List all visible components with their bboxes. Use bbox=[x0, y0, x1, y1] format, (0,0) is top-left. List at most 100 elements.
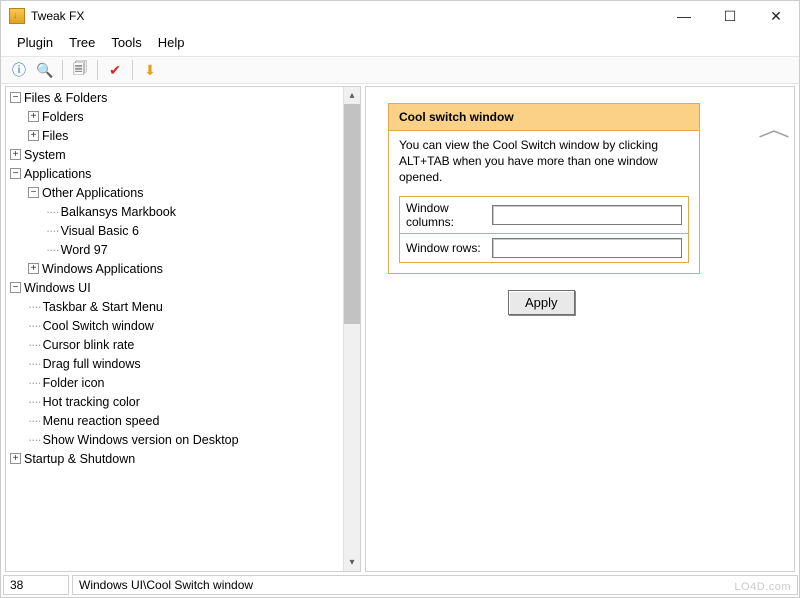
tree-node[interactable]: ····Balkansys Markbook bbox=[10, 203, 360, 222]
app-icon bbox=[9, 8, 25, 24]
menu-tree[interactable]: Tree bbox=[63, 33, 101, 52]
tree-label: Applications bbox=[24, 167, 91, 181]
form-row: Window rows: bbox=[400, 233, 688, 262]
tree-leaf-icon: ···· bbox=[46, 243, 59, 257]
titlebar: Tweak FX — ☐ ✕ bbox=[1, 1, 799, 31]
content-pane: ︿ Cool switch window You can view the Co… bbox=[365, 86, 795, 572]
tree-leaf-icon: ···· bbox=[28, 300, 41, 314]
tree-label: Word 97 bbox=[61, 243, 108, 257]
info-icon[interactable]: ⓘ bbox=[7, 59, 31, 81]
tree-label: Show Windows version on Desktop bbox=[43, 433, 239, 447]
tree-label: System bbox=[24, 148, 66, 162]
watermark: LO4D.com bbox=[734, 581, 791, 593]
tree-leaf-icon: ···· bbox=[28, 376, 41, 390]
menu-tools[interactable]: Tools bbox=[105, 33, 147, 52]
tree-node[interactable]: ····Cool Switch window bbox=[10, 317, 360, 336]
collapse-icon[interactable]: − bbox=[10, 282, 21, 293]
tree-label: Folders bbox=[42, 110, 84, 124]
scroll-down-icon[interactable]: ▾ bbox=[344, 554, 360, 571]
panel-form: Window columns: Window rows: bbox=[399, 196, 689, 263]
window-controls: — ☐ ✕ bbox=[661, 1, 799, 31]
tree-node[interactable]: ····Taskbar & Start Menu bbox=[10, 298, 360, 317]
window-rows-label: Window rows: bbox=[406, 241, 486, 255]
tree-node[interactable]: ····Word 97 bbox=[10, 241, 360, 260]
download-icon[interactable]: ⬇ bbox=[138, 59, 162, 81]
tree-label: Hot tracking color bbox=[43, 395, 140, 409]
expand-icon[interactable]: + bbox=[28, 130, 39, 141]
tree-node[interactable]: +System bbox=[10, 146, 360, 165]
status-path: Windows UI\Cool Switch window bbox=[72, 575, 798, 595]
main-area: −Files & Folders+Folders+Files+System−Ap… bbox=[1, 84, 799, 574]
expand-icon[interactable]: + bbox=[28, 263, 39, 274]
tree-label: Visual Basic 6 bbox=[61, 224, 139, 238]
close-button[interactable]: ✕ bbox=[753, 1, 799, 31]
menu-plugin[interactable]: Plugin bbox=[11, 33, 59, 52]
maximize-button[interactable]: ☐ bbox=[707, 1, 753, 31]
find-page-icon[interactable]: 🗐 bbox=[68, 59, 92, 81]
search-icon[interactable]: 🔍 bbox=[33, 59, 57, 81]
tree-label: Drag full windows bbox=[43, 357, 141, 371]
tree-leaf-icon: ···· bbox=[28, 414, 41, 428]
tree-leaf-icon: ···· bbox=[28, 357, 41, 371]
tree-label: Other Applications bbox=[42, 186, 143, 200]
expand-icon[interactable]: + bbox=[10, 149, 21, 160]
window-columns-input[interactable] bbox=[492, 205, 682, 225]
tree-node[interactable]: −Other Applications bbox=[10, 184, 360, 203]
window-columns-label: Window columns: bbox=[406, 201, 486, 229]
apply-button[interactable]: Apply bbox=[508, 290, 575, 315]
tree-node[interactable]: ····Cursor blink rate bbox=[10, 336, 360, 355]
tree-label: Balkansys Markbook bbox=[61, 205, 176, 219]
tree-node[interactable]: ····Menu reaction speed bbox=[10, 412, 360, 431]
tree-label: Cursor blink rate bbox=[43, 338, 135, 352]
collapse-icon[interactable]: − bbox=[10, 92, 21, 103]
menubar: Plugin Tree Tools Help bbox=[1, 31, 799, 56]
window-title: Tweak FX bbox=[31, 9, 84, 23]
expand-icon[interactable]: + bbox=[10, 453, 21, 464]
collapse-icon[interactable]: − bbox=[10, 168, 21, 179]
statusbar: 38 Windows UI\Cool Switch window bbox=[1, 574, 799, 596]
tree-node[interactable]: +Files bbox=[10, 127, 360, 146]
settings-panel: Cool switch window You can view the Cool… bbox=[388, 103, 700, 274]
window-rows-input[interactable] bbox=[492, 238, 682, 258]
chevron-up-icon[interactable]: ︿ bbox=[758, 113, 790, 142]
tree-leaf-icon: ···· bbox=[28, 319, 41, 333]
tree-node[interactable]: ····Drag full windows bbox=[10, 355, 360, 374]
tree-label: Cool Switch window bbox=[43, 319, 154, 333]
collapse-icon[interactable]: − bbox=[28, 187, 39, 198]
tree-leaf-icon: ···· bbox=[46, 224, 59, 238]
check-page-icon[interactable]: ✔ bbox=[103, 59, 127, 81]
tree-label: Menu reaction speed bbox=[43, 414, 160, 428]
scroll-up-icon[interactable]: ▴ bbox=[344, 87, 360, 104]
tree-leaf-icon: ···· bbox=[28, 338, 41, 352]
tree-leaf-icon: ···· bbox=[46, 205, 59, 219]
panel-title: Cool switch window bbox=[389, 104, 699, 131]
toolbar: ⓘ 🔍 🗐 ✔ ⬇ bbox=[1, 56, 799, 84]
tree-node[interactable]: ····Folder icon bbox=[10, 374, 360, 393]
toolbar-separator bbox=[132, 60, 133, 80]
tree-node[interactable]: ····Visual Basic 6 bbox=[10, 222, 360, 241]
tree-node[interactable]: −Files & Folders bbox=[10, 89, 360, 108]
tree-node[interactable]: −Windows UI bbox=[10, 279, 360, 298]
toolbar-separator bbox=[97, 60, 98, 80]
tree-node[interactable]: +Folders bbox=[10, 108, 360, 127]
tree-node[interactable]: ····Hot tracking color bbox=[10, 393, 360, 412]
expand-icon[interactable]: + bbox=[28, 111, 39, 122]
tree-node[interactable]: +Windows Applications bbox=[10, 260, 360, 279]
tree-label: Folder icon bbox=[43, 376, 105, 390]
scroll-track[interactable] bbox=[344, 324, 360, 554]
tree-node[interactable]: +Startup & Shutdown bbox=[10, 450, 360, 469]
minimize-button[interactable]: — bbox=[661, 1, 707, 31]
status-count: 38 bbox=[3, 575, 69, 595]
tree-label: Files & Folders bbox=[24, 91, 107, 105]
tree-label: Windows Applications bbox=[42, 262, 163, 276]
tree-leaf-icon: ···· bbox=[28, 395, 41, 409]
scroll-thumb[interactable] bbox=[344, 104, 360, 324]
tree[interactable]: −Files & Folders+Folders+Files+System−Ap… bbox=[6, 87, 360, 471]
tree-node[interactable]: ····Show Windows version on Desktop bbox=[10, 431, 360, 450]
tree-pane: −Files & Folders+Folders+Files+System−Ap… bbox=[5, 86, 361, 572]
tree-scrollbar[interactable]: ▴ ▾ bbox=[343, 87, 360, 571]
menu-help[interactable]: Help bbox=[152, 33, 191, 52]
tree-node[interactable]: −Applications bbox=[10, 165, 360, 184]
tree-label: Windows UI bbox=[24, 281, 91, 295]
tree-label: Files bbox=[42, 129, 68, 143]
